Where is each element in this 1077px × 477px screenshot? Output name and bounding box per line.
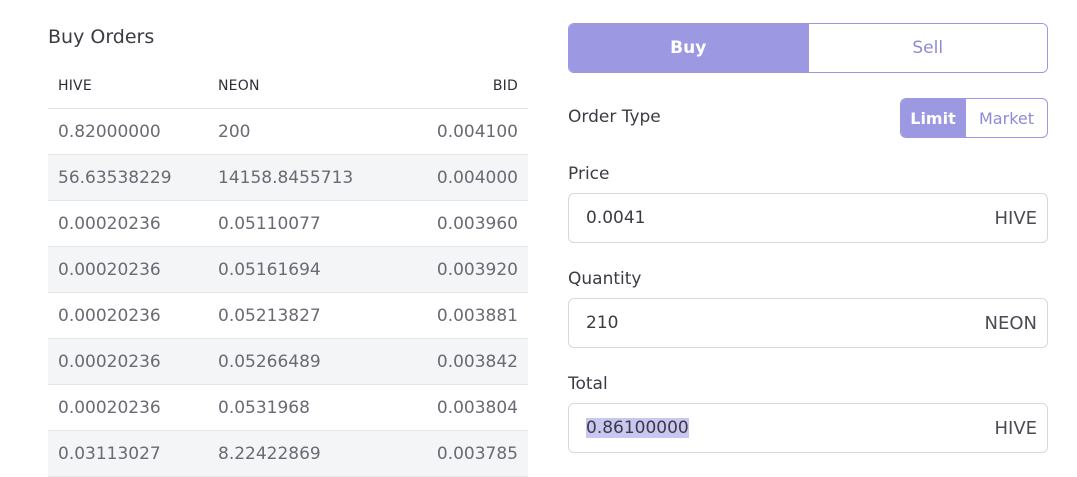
cell-bid: 0.003842 (436, 351, 518, 372)
table-row[interactable]: 0.00020236 0.05213827 0.003881 (48, 293, 528, 339)
sell-tab-button[interactable]: Sell (807, 24, 1047, 72)
limit-button[interactable]: Limit (901, 99, 965, 137)
cell-neon: 8.22422869 (218, 443, 321, 464)
order-type-label: Order Type (568, 107, 661, 127)
table-row[interactable]: 0.03113027 8.22422869 0.003785 (48, 431, 528, 477)
price-input[interactable] (569, 193, 995, 243)
table-header: HIVE NEON BID (48, 64, 528, 109)
cell-bid: 0.004000 (436, 167, 518, 188)
cell-hive: 0.03113027 (58, 443, 161, 464)
quantity-input[interactable] (569, 298, 985, 348)
cell-neon: 0.05266489 (218, 351, 321, 372)
cell-neon: 0.05110077 (218, 213, 321, 234)
cell-neon: 200 (218, 121, 251, 142)
cell-hive: 0.82000000 (58, 121, 161, 142)
total-field[interactable]: 0.86100000 HIVE (568, 403, 1048, 453)
cell-neon: 0.05161694 (218, 259, 321, 280)
table-row[interactable]: 56.63538229 14158.8455713 0.004000 (48, 155, 528, 201)
price-label: Price (568, 164, 610, 184)
table-row[interactable]: 0.00020236 0.0531968 0.003804 (48, 385, 528, 431)
total-label: Total (568, 374, 608, 394)
total-value-selected-text: 0.86100000 (586, 418, 689, 438)
price-field: HIVE (568, 193, 1048, 243)
total-unit: HIVE (994, 417, 1037, 439)
total-input[interactable]: 0.86100000 (569, 418, 994, 438)
cell-hive: 0.00020236 (58, 397, 161, 418)
column-header-neon[interactable]: NEON (218, 78, 398, 94)
table-row[interactable]: 0.82000000 200 0.004100 (48, 109, 528, 155)
buy-sell-toggle: Buy Sell (568, 23, 1048, 73)
cell-hive: 0.00020236 (58, 351, 161, 372)
quantity-label: Quantity (568, 269, 642, 289)
buy-tab-button[interactable]: Buy (569, 24, 808, 72)
column-header-bid[interactable]: BID (398, 78, 528, 94)
quantity-field: NEON (568, 298, 1048, 348)
cell-bid: 0.004100 (436, 121, 518, 142)
cell-hive: 0.00020236 (58, 259, 161, 280)
market-button[interactable]: Market (965, 99, 1047, 137)
cell-bid: 0.003960 (436, 213, 518, 234)
order-type-toggle: Limit Market (900, 98, 1048, 138)
cell-neon: 14158.8455713 (218, 167, 354, 188)
buy-orders-title: Buy Orders (48, 26, 155, 48)
cell-bid: 0.003804 (436, 397, 518, 418)
cell-hive: 0.00020236 (58, 213, 161, 234)
price-unit: HIVE (994, 207, 1037, 229)
table-row[interactable]: 0.00020236 0.05161694 0.003920 (48, 247, 528, 293)
cell-bid: 0.003920 (436, 259, 518, 280)
cell-bid: 0.003881 (436, 305, 518, 326)
table-row[interactable]: 0.00020236 0.05110077 0.003960 (48, 201, 528, 247)
table-row[interactable]: 0.00020236 0.05266489 0.003842 (48, 339, 528, 385)
cell-neon: 0.05213827 (218, 305, 321, 326)
buy-orders-table: HIVE NEON BID 0.82000000 200 0.004100 56… (48, 64, 528, 477)
cell-hive: 0.00020236 (58, 305, 161, 326)
column-header-hive[interactable]: HIVE (48, 78, 218, 94)
cell-hive: 56.63538229 (58, 167, 172, 188)
cell-neon: 0.0531968 (218, 397, 310, 418)
quantity-unit: NEON (984, 312, 1037, 334)
cell-bid: 0.003785 (436, 443, 518, 464)
